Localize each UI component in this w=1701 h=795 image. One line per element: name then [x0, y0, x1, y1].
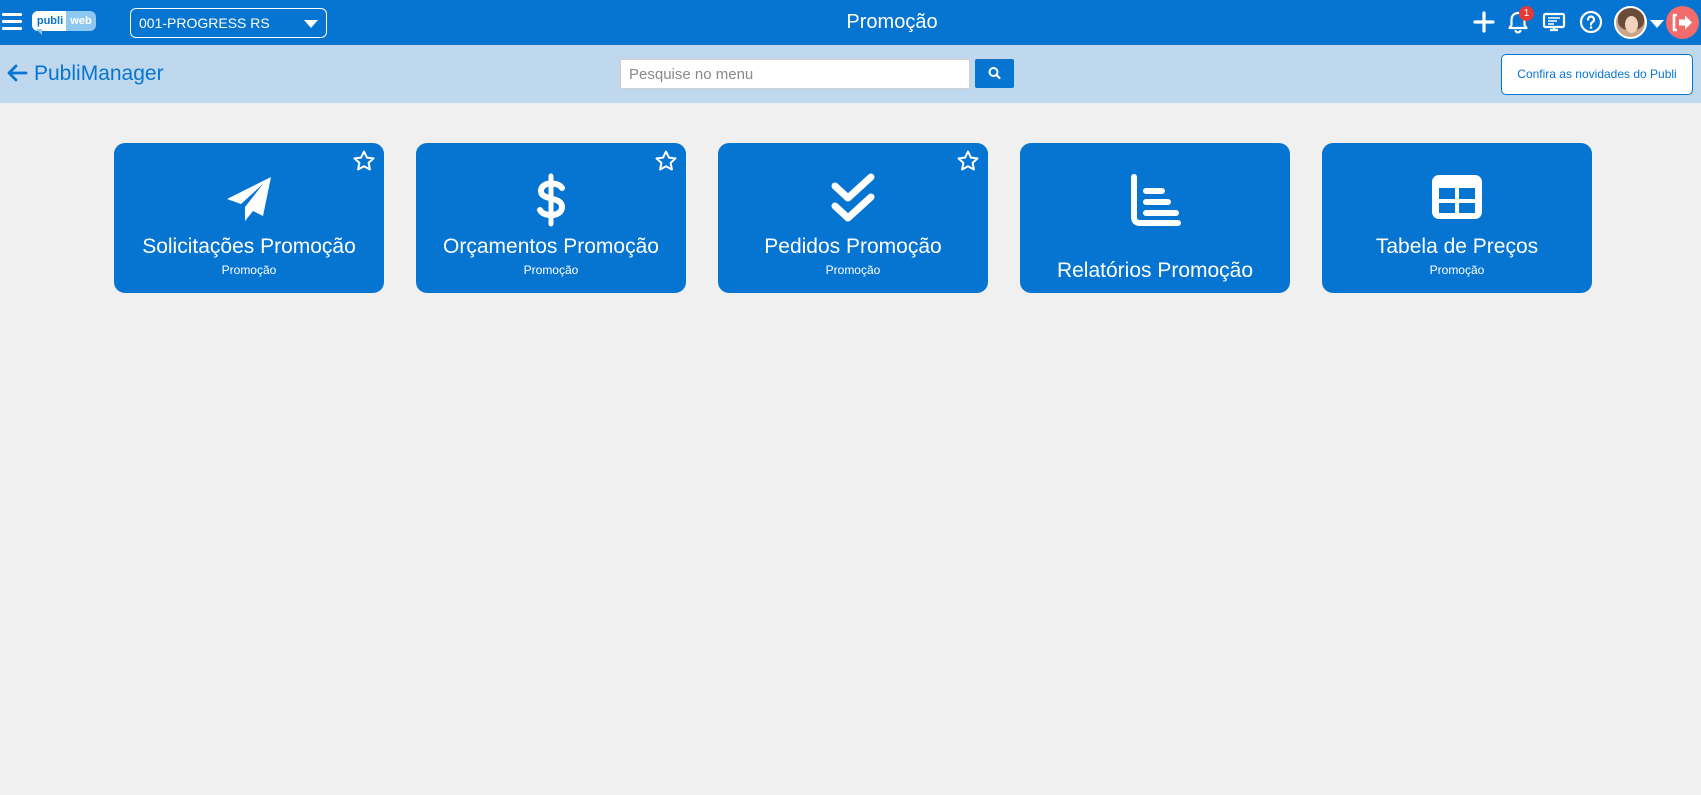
- card-orcamentos-promocao[interactable]: Orçamentos Promoção Promoção: [416, 143, 686, 293]
- user-menu-chevron-icon[interactable]: [1650, 20, 1664, 28]
- logout-button[interactable]: [1666, 6, 1699, 39]
- notification-badge: 1: [1519, 6, 1534, 21]
- company-select[interactable]: 001-PROGRESS RS: [130, 8, 327, 38]
- star-outline-icon[interactable]: [654, 149, 678, 173]
- bar-chart-icon: [1128, 173, 1182, 227]
- logo-web-text: web: [66, 11, 96, 31]
- table-icon: [1430, 173, 1484, 227]
- company-select-value: 001-PROGRESS RS: [139, 15, 270, 31]
- page-title: Promoção: [846, 11, 938, 33]
- star-outline-icon[interactable]: [956, 149, 980, 173]
- user-avatar[interactable]: [1614, 6, 1647, 39]
- logo-publi-text: publi: [32, 11, 68, 31]
- search-button[interactable]: [975, 59, 1014, 88]
- card-tabela-de-precos[interactable]: Tabela de Preços Promoção: [1322, 143, 1592, 293]
- logout-icon: [1672, 13, 1692, 32]
- card-solicitacoes-promocao[interactable]: Solicitações Promoção Promoção: [114, 143, 384, 293]
- star-outline-icon[interactable]: [352, 149, 376, 173]
- menu-icon[interactable]: [2, 13, 22, 31]
- card-subtitle: Promoção: [221, 263, 277, 277]
- card-subtitle: Promoção: [825, 263, 881, 277]
- back-link[interactable]: PubliManager: [6, 61, 164, 87]
- plus-icon[interactable]: [1471, 9, 1497, 35]
- search-icon: [988, 67, 1001, 80]
- help-icon[interactable]: [1578, 9, 1604, 35]
- dollar-icon: [524, 173, 578, 227]
- chevron-down-icon: [304, 20, 318, 28]
- card-subtitle: Promoção: [1429, 263, 1485, 277]
- arrow-left-icon: [7, 64, 28, 82]
- back-link-label: PubliManager: [34, 62, 164, 85]
- paper-plane-icon: [222, 173, 276, 227]
- card-relatorios-promocao[interactable]: Relatórios Promoção: [1020, 143, 1290, 293]
- publiweb-logo[interactable]: publi web: [32, 11, 96, 35]
- notifications-bell-icon[interactable]: 1: [1505, 6, 1534, 35]
- card-pedidos-promocao[interactable]: Pedidos Promoção Promoção: [718, 143, 988, 293]
- card-title: Solicitações Promoção: [142, 235, 356, 258]
- news-button[interactable]: Confira as novidades do Publi: [1501, 54, 1693, 95]
- sub-bar: PubliManager Confira as novidades do Pub…: [0, 45, 1701, 103]
- card-title: Orçamentos Promoção: [443, 235, 659, 258]
- monitor-icon[interactable]: [1541, 9, 1567, 35]
- top-bar: publi web 001-PROGRESS RS Promoção 1: [0, 0, 1701, 45]
- double-check-icon: [826, 173, 880, 227]
- card-title: Tabela de Preços: [1375, 235, 1539, 258]
- avatar-face: [1625, 16, 1638, 33]
- logo-speech-tail: [36, 29, 42, 35]
- menu-search-input[interactable]: [620, 59, 970, 89]
- card-title: Relatórios Promoção: [1056, 259, 1254, 282]
- card-subtitle: Promoção: [523, 263, 579, 277]
- card-title: Pedidos Promoção: [764, 235, 942, 258]
